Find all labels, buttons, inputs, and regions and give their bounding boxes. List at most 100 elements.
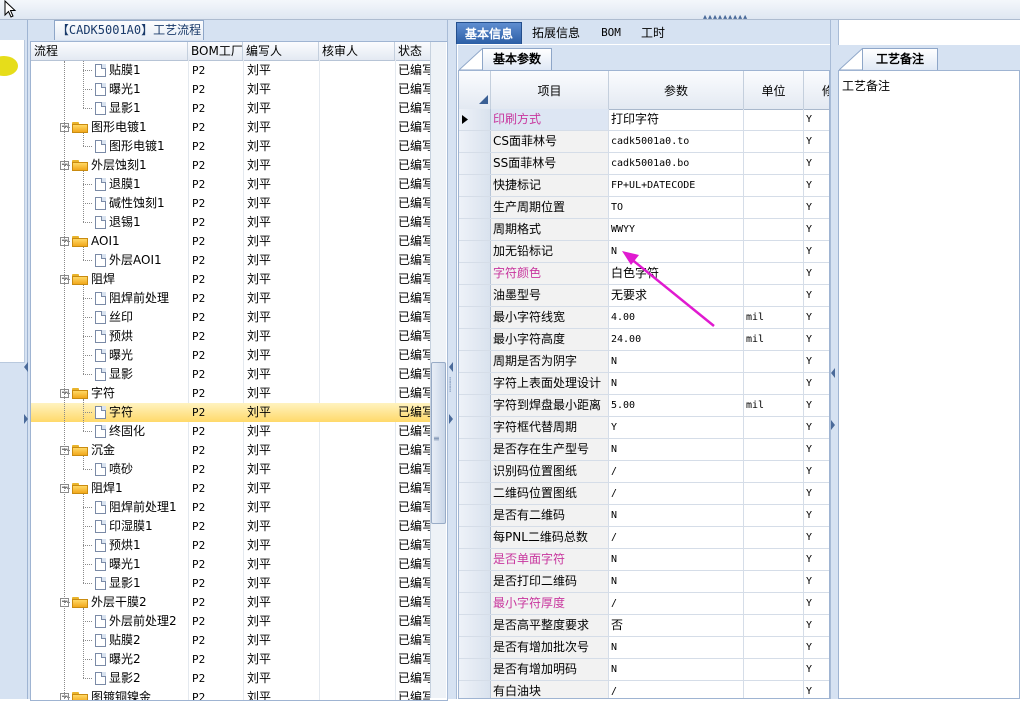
grid-row[interactable]: 周期是否为阴字 N Y [459, 351, 829, 373]
tree-item-row[interactable]: 退膜1 P2 刘平 已编写 [31, 175, 431, 194]
param-unit[interactable] [744, 615, 804, 636]
tree-item-row[interactable]: 显影2 P2 刘平 已编写 [31, 669, 431, 688]
grid-row[interactable]: 最小字符厚度 / Y [459, 593, 829, 615]
param-flag[interactable]: Y [804, 549, 829, 570]
tab-work-hours[interactable]: 工时 [634, 22, 672, 44]
param-value[interactable]: N [609, 439, 744, 460]
tree-item-row[interactable]: 曝光 P2 刘平 已编写 [31, 346, 431, 365]
splitter-right-collapse-icon[interactable] [831, 368, 836, 378]
grid-row[interactable]: 是否有增加明码 N Y [459, 659, 829, 681]
param-value[interactable]: TO [609, 197, 744, 218]
grid-row[interactable]: SS面菲林号 cadk5001a0.bo Y [459, 153, 829, 175]
grid-row[interactable]: 生产周期位置 TO Y [459, 197, 829, 219]
tree-item-row[interactable]: 显影1 P2 刘平 已编写 [31, 99, 431, 118]
row-selector[interactable] [459, 219, 491, 240]
tree-item-row[interactable]: 阻焊前处理 P2 刘平 已编写 [31, 289, 431, 308]
row-selector[interactable] [459, 417, 491, 438]
param-flag[interactable]: Y [804, 659, 829, 680]
row-selector[interactable] [459, 659, 491, 680]
tree-item-row[interactable]: 外层AOI1 P2 刘平 已编写 [31, 251, 431, 270]
row-selector[interactable] [459, 395, 491, 416]
param-unit[interactable] [744, 219, 804, 240]
param-unit[interactable] [744, 351, 804, 372]
row-selector[interactable] [459, 351, 491, 372]
tab-basic-info[interactable]: 基本信息 [456, 22, 522, 44]
param-unit[interactable]: mil [744, 307, 804, 328]
param-unit[interactable] [744, 593, 804, 614]
param-value[interactable]: N [609, 549, 744, 570]
param-unit[interactable] [744, 131, 804, 152]
row-selector[interactable] [459, 439, 491, 460]
grid-row[interactable]: 快捷标记 FP+UL+DATECODE Y [459, 175, 829, 197]
param-value[interactable]: N [609, 351, 744, 372]
tree-item-row[interactable]: 显影1 P2 刘平 已编写 [31, 574, 431, 593]
parameter-grid[interactable]: 项目 参数 单位 修 印刷方式打印字符 Y CS面菲林号cadk5001a0.to Y… [458, 70, 830, 699]
tree-item-row[interactable]: 预烘 P2 刘平 已编写 [31, 327, 431, 346]
tab-extended-info[interactable]: 拓展信息 [526, 22, 586, 44]
param-unit[interactable] [744, 197, 804, 218]
param-flag[interactable]: Y [804, 505, 829, 526]
row-selector[interactable] [459, 197, 491, 218]
param-flag[interactable]: Y [804, 417, 829, 438]
param-flag[interactable]: Y [804, 197, 829, 218]
tree-folder-row[interactable]: −阻焊P2刘平已编写 [31, 270, 431, 289]
tree-item-row[interactable]: 外层前处理2 P2 刘平 已编写 [31, 612, 431, 631]
param-flag[interactable]: Y [804, 461, 829, 482]
tree-item-row[interactable]: 碱性蚀刻1 P2 刘平 已编写 [31, 194, 431, 213]
param-unit[interactable] [744, 241, 804, 262]
row-selector[interactable] [459, 263, 491, 284]
subtab-basic-params[interactable]: 基本参数 [482, 48, 552, 70]
row-selector[interactable] [459, 461, 491, 482]
grid-row[interactable]: 印刷方式 打印字符 Y [459, 109, 829, 131]
row-selector[interactable] [459, 549, 491, 570]
tree-header-flow[interactable]: 流程 [31, 42, 188, 60]
param-value[interactable]: / [609, 681, 744, 698]
param-flag[interactable]: Y [804, 329, 829, 350]
param-unit[interactable]: mil [744, 395, 804, 416]
tree-folder-row[interactable]: −图形电镀1P2刘平已编写 [31, 118, 431, 137]
process-tree[interactable]: 流程 BOM工厂 编写人 核审人 状态 贴膜1P2刘平已编写曝光1P2刘平已编写… [30, 41, 448, 701]
param-value[interactable]: N [609, 505, 744, 526]
param-value[interactable]: / [609, 461, 744, 482]
grid-header-value[interactable]: 参数 [609, 71, 744, 109]
param-unit[interactable] [744, 549, 804, 570]
tree-header-status[interactable]: 状态 [395, 42, 431, 60]
param-value[interactable]: / [609, 593, 744, 614]
param-flag[interactable]: Y [804, 219, 829, 240]
tree-folder-row[interactable]: −外层干膜2P2刘平已编写 [31, 593, 431, 612]
tree-folder-row[interactable]: −沉金P2刘平已编写 [31, 441, 431, 460]
tree-item-row[interactable]: 显影 P2 刘平 已编写 [31, 365, 431, 384]
param-flag[interactable]: Y [804, 637, 829, 658]
param-unit[interactable] [744, 659, 804, 680]
param-flag[interactable]: Y [804, 175, 829, 196]
param-flag[interactable]: Y [804, 571, 829, 592]
tree-folder-row[interactable]: −字符P2刘平已编写 [31, 384, 431, 403]
param-value[interactable]: N [609, 659, 744, 680]
param-unit[interactable] [744, 527, 804, 548]
tree-item-row[interactable]: 曝光2 P2 刘平 已编写 [31, 650, 431, 669]
tree-item-row[interactable]: 图形电镀1 P2 刘平 已编写 [31, 137, 431, 156]
grid-row[interactable]: CS面菲林号 cadk5001a0.to Y [459, 131, 829, 153]
param-unit[interactable] [744, 637, 804, 658]
tree-header-reviewer[interactable]: 核审人 [319, 42, 395, 60]
tree-item-row[interactable]: 贴膜2 P2 刘平 已编写 [31, 631, 431, 650]
param-flag[interactable]: Y [804, 615, 829, 636]
grid-row[interactable]: 字符框代替周期 Y Y [459, 417, 829, 439]
param-unit[interactable] [744, 285, 804, 306]
tree-item-row[interactable]: 曝光1 P2 刘平 已编写 [31, 555, 431, 574]
row-selector[interactable] [459, 681, 491, 698]
param-value[interactable]: / [609, 527, 744, 548]
row-selector[interactable] [459, 307, 491, 328]
tree-folder-row[interactable]: −图镀铜镍金P2刘平已编写 [31, 688, 431, 700]
param-unit[interactable]: mil [744, 329, 804, 350]
param-value[interactable]: cadk5001a0.to [609, 131, 744, 152]
param-flag[interactable]: Y [804, 285, 829, 306]
grid-row[interactable]: 是否单面字符 N Y [459, 549, 829, 571]
tree-item-row[interactable]: 喷砂 P2 刘平 已编写 [31, 460, 431, 479]
param-flag[interactable]: Y [804, 593, 829, 614]
grid-row[interactable]: 是否高平整度要求否 Y [459, 615, 829, 637]
param-flag[interactable]: Y [804, 681, 829, 698]
row-selector[interactable] [459, 505, 491, 526]
row-selector[interactable] [459, 373, 491, 394]
param-value[interactable]: FP+UL+DATECODE [609, 175, 744, 196]
